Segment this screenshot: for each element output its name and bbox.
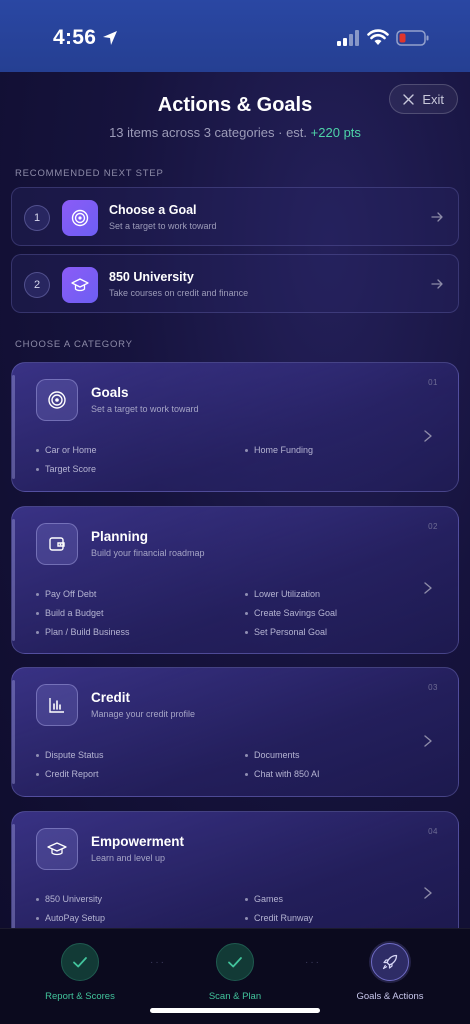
wallet-icon <box>36 523 78 565</box>
graduation-cap-icon <box>36 828 78 870</box>
chevron-right-icon <box>424 735 432 747</box>
step-description: Take courses on credit and finance <box>109 288 249 298</box>
category-entry[interactable]: Credit Report <box>36 769 99 779</box>
category-card-planning[interactable]: Planning Build your financial roadmap 02… <box>11 506 459 654</box>
category-title: Goals <box>91 385 129 400</box>
category-index: 04 <box>428 827 438 836</box>
category-card-empowerment[interactable]: Empowerment Learn and level up 04 850 Un… <box>11 811 459 928</box>
tab-scan-plan[interactable]: Scan & Plan <box>165 943 305 1002</box>
chevron-right-icon <box>424 430 432 442</box>
category-entry[interactable]: AutoPay Setup <box>36 913 105 923</box>
recommended-step-850-university[interactable]: 2 850 University Take courses on credit … <box>11 254 459 313</box>
category-description: Learn and level up <box>91 853 166 863</box>
category-entry[interactable]: 850 University <box>36 894 102 904</box>
category-section-label: CHOOSE A CATEGORY <box>15 339 133 350</box>
category-entry[interactable]: Dispute Status <box>36 750 104 760</box>
step-title: Choose a Goal <box>109 203 197 217</box>
check-icon <box>61 943 99 981</box>
target-icon <box>36 379 78 421</box>
arrow-right-icon <box>431 279 443 289</box>
chevron-right-icon <box>424 582 432 594</box>
category-entry[interactable]: Build a Budget <box>36 608 104 618</box>
category-card-goals[interactable]: Goals Set a target to work toward 01 Car… <box>11 362 459 492</box>
main-content: Exit Actions & Goals 13 items across 3 c… <box>0 72 470 928</box>
arrow-right-icon <box>431 212 443 222</box>
category-entry[interactable]: Set Personal Goal <box>245 627 327 637</box>
status-time: 4:56 <box>53 26 97 49</box>
category-title: Planning <box>91 529 148 544</box>
subtitle-points: +220 pts <box>310 125 361 140</box>
cellular-signal-icon <box>337 30 359 46</box>
category-entry[interactable]: Create Savings Goal <box>245 608 337 618</box>
target-icon <box>62 200 98 236</box>
category-title: Credit <box>91 690 131 705</box>
page-title: Actions & Goals <box>157 94 313 116</box>
subtitle-summary: 13 items across 3 categories · est. <box>109 125 308 140</box>
status-bar: 4:56 <box>0 0 470 72</box>
bar-chart-icon <box>36 684 78 726</box>
category-title: Empowerment <box>91 834 185 849</box>
page-subtitle: 13 items across 3 categories · est. +220… <box>0 125 470 140</box>
category-index: 03 <box>428 683 438 692</box>
tab-label: Report & Scores <box>45 991 115 1002</box>
wifi-icon <box>367 29 389 45</box>
tab-separator: ··· <box>150 957 166 968</box>
location-arrow-icon <box>103 31 117 45</box>
category-entry[interactable]: Home Funding <box>245 445 313 455</box>
category-index: 01 <box>428 378 438 387</box>
battery-low-icon <box>396 30 429 46</box>
category-entry[interactable]: Car or Home <box>36 445 97 455</box>
step-title: 850 University <box>109 270 194 284</box>
chevron-right-icon <box>424 887 432 899</box>
home-indicator[interactable] <box>150 1008 320 1013</box>
category-entry[interactable]: Documents <box>245 750 300 760</box>
tab-label: Scan & Plan <box>208 991 262 1002</box>
category-description: Build your financial roadmap <box>91 548 205 558</box>
recommended-section-label: RECOMMENDED NEXT STEP <box>15 168 164 179</box>
category-description: Set a target to work toward <box>91 404 199 414</box>
step-description: Set a target to work toward <box>109 221 217 231</box>
category-card-credit[interactable]: Credit Manage your credit profile 03 Dis… <box>11 667 459 797</box>
tab-label: Goals & Actions <box>356 991 424 1002</box>
recommended-step-choose-goal[interactable]: 1 Choose a Goal Set a target to work tow… <box>11 187 459 246</box>
tab-goals-actions[interactable]: Goals & Actions <box>320 943 460 1002</box>
step-number: 2 <box>24 272 50 298</box>
graduation-cap-icon <box>62 267 98 303</box>
check-icon <box>216 943 254 981</box>
category-index: 02 <box>428 522 438 531</box>
tab-separator: ··· <box>305 957 321 968</box>
step-number: 1 <box>24 205 50 231</box>
category-entry[interactable]: Plan / Build Business <box>36 627 130 637</box>
category-entry[interactable]: Pay Off Debt <box>36 589 96 599</box>
category-description: Manage your credit profile <box>91 709 196 719</box>
category-entry[interactable]: Games <box>245 894 283 904</box>
rocket-icon <box>371 943 409 981</box>
category-entry[interactable]: Credit Runway <box>245 913 313 923</box>
category-entry[interactable]: Chat with 850 AI <box>245 769 320 779</box>
category-entry[interactable]: Lower Utilization <box>245 589 320 599</box>
category-entry[interactable]: Target Score <box>36 464 96 474</box>
tab-report-scores[interactable]: Report & Scores <box>10 943 150 1002</box>
